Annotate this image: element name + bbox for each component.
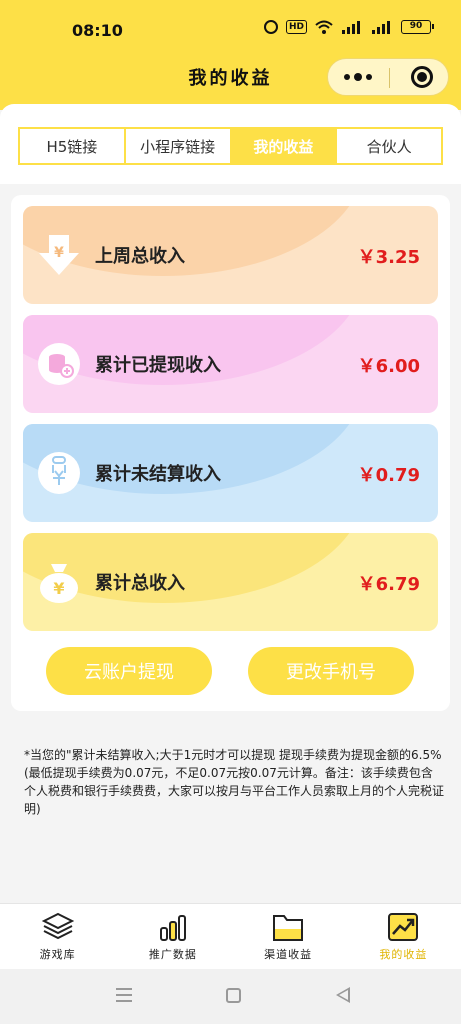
signal-icon (342, 21, 360, 34)
nav-item-channel-earnings[interactable]: 渠道收益 (231, 904, 346, 969)
nav-label: 推广数据 (148, 948, 197, 961)
card-amount: ￥6.79 (357, 574, 420, 595)
layers-icon (41, 912, 74, 940)
yuan-bag-icon (38, 452, 80, 494)
money-bag-icon: ¥ (40, 564, 78, 603)
earnings-cards: ¥ 上周总收入 ￥3.25 累计已提现收入 ￥6.00 累计未结算收入 ￥0.7… (11, 195, 450, 711)
close-target-icon[interactable] (411, 66, 433, 88)
card-amount: ￥3.25 (357, 247, 420, 268)
card-withdrawn-income: 累计已提现收入 ￥6.00 (23, 315, 438, 413)
card-amount: ￥0.79 (357, 465, 420, 486)
status-time: 08:10 (72, 21, 123, 40)
signal-icon-2 (372, 21, 390, 34)
card-last-week-income: ¥ 上周总收入 ￥3.25 (23, 206, 438, 304)
trend-chart-icon (388, 913, 419, 941)
dot-icon (366, 74, 372, 80)
svg-text:¥: ¥ (54, 245, 64, 261)
wifi-icon (315, 20, 333, 34)
nav-label: 我的收益 (379, 948, 428, 961)
tab-my-earnings[interactable]: 我的收益 (231, 129, 338, 163)
status-icons: HD 90 (263, 20, 434, 34)
status-bar: 08:10 HD 90 (0, 0, 461, 56)
nav-item-promo-data[interactable]: 推广数据 (115, 904, 230, 969)
alarm-icon (263, 20, 278, 34)
more-button[interactable] (328, 59, 388, 95)
nav-item-game-library[interactable]: 游戏库 (0, 904, 115, 969)
tab-h5-link[interactable]: H5链接 (20, 129, 126, 163)
card-label: 累计未结算收入 (95, 464, 221, 485)
card-label: 上周总收入 (95, 246, 185, 267)
withdraw-notice: *当您的"累计未结算收入;大于1元时才可以提现 提现手续费为提现金额的6.5%(… (24, 748, 445, 816)
bar-chart-icon (159, 915, 186, 941)
tab-partner[interactable]: 合伙人 (337, 129, 441, 163)
svg-text:¥: ¥ (53, 579, 64, 598)
change-phone-button[interactable]: 更改手机号 (248, 647, 414, 695)
mini-program-capsule (327, 58, 449, 96)
tab-mini-program-link[interactable]: 小程序链接 (126, 129, 232, 163)
dot-icon (344, 74, 350, 80)
app-header: 08:10 HD 90 我的收益 (0, 0, 461, 110)
card-label: 累计总收入 (95, 573, 185, 594)
nav-label: 游戏库 (39, 948, 76, 961)
cloud-account-withdraw-button[interactable]: 云账户提现 (46, 647, 212, 695)
home-icon[interactable] (226, 988, 241, 1003)
nav-label: 渠道收益 (264, 948, 313, 961)
card-unsettled-income: 累计未结算收入 ￥0.79 (23, 424, 438, 522)
hd-icon: HD (285, 20, 307, 34)
tab-bar: H5链接 小程序链接 我的收益 合伙人 (18, 127, 443, 165)
coins-plus-icon (38, 343, 80, 385)
bottom-nav: 游戏库 推广数据 渠道收益 我的收益 (0, 903, 461, 969)
battery-icon: 90 (401, 20, 434, 34)
menu-icon[interactable] (116, 988, 132, 1002)
back-icon[interactable] (336, 987, 350, 1003)
card-amount: ￥6.00 (357, 356, 420, 377)
nav-item-my-earnings[interactable]: 我的收益 (346, 904, 461, 969)
card-total-income: ¥ 累计总收入 ￥6.79 (23, 533, 438, 631)
folder-icon (273, 915, 304, 941)
dot-icon (354, 73, 362, 81)
download-yuan-icon: ¥ (39, 235, 79, 275)
system-nav-bar (0, 969, 461, 1024)
card-label: 累计已提现收入 (95, 355, 221, 376)
capsule-divider (389, 68, 390, 88)
